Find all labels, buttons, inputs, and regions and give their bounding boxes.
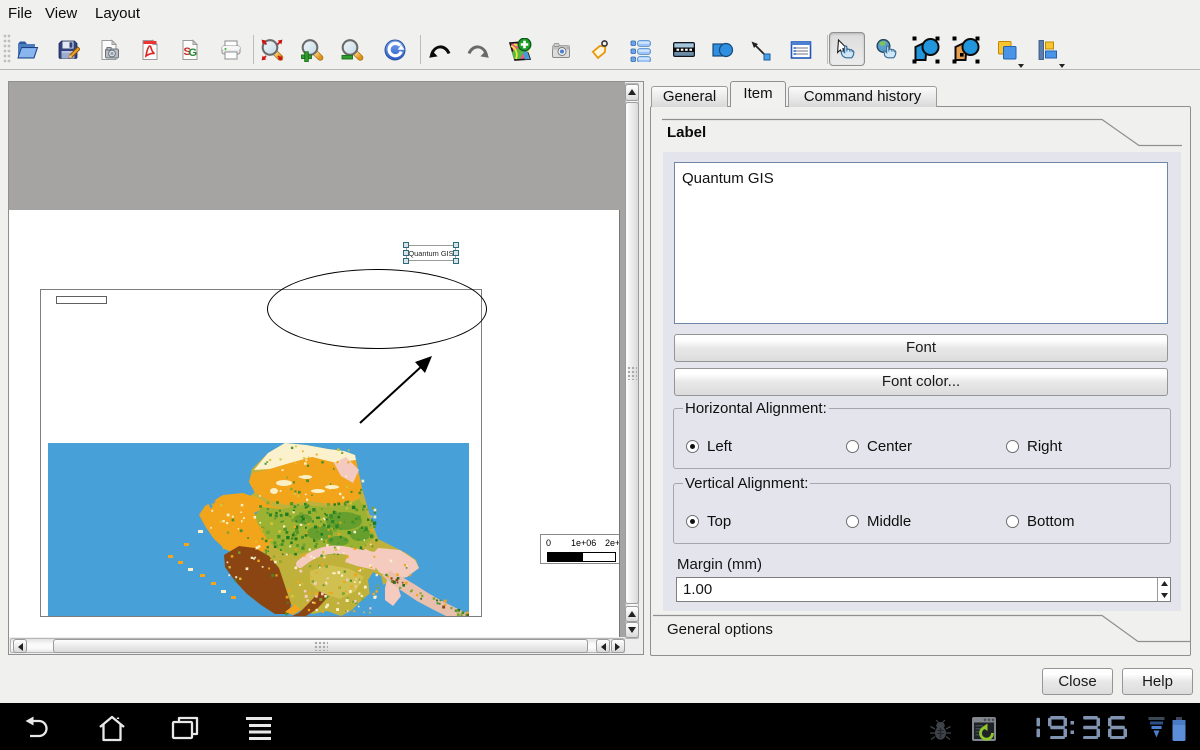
svg-text:G: G — [189, 47, 198, 59]
